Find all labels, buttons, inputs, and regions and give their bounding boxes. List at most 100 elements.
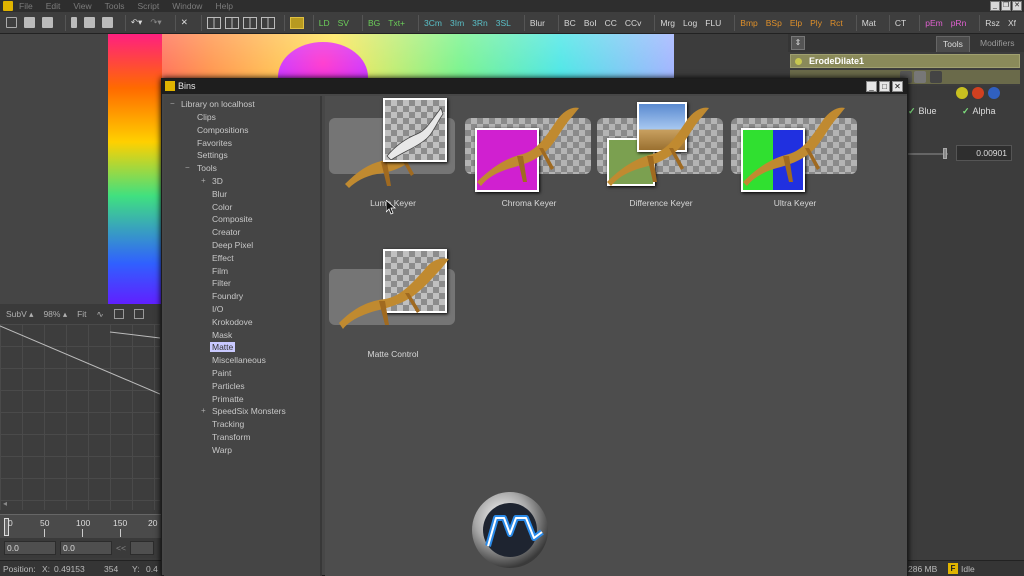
menu-view[interactable]: View xyxy=(73,1,91,11)
bin-item-matte-control[interactable]: Matte Control xyxy=(329,249,457,359)
expand-icon[interactable]: + xyxy=(201,176,206,185)
subview-mode-dropdown[interactable]: SubV ▴ xyxy=(6,309,33,320)
amount-slider-thumb[interactable] xyxy=(943,148,947,159)
tree-item-composite[interactable]: Composite xyxy=(212,214,253,224)
tool-button-ld[interactable]: LD xyxy=(319,18,330,28)
tree-root-library[interactable]: Library on localhost xyxy=(181,99,255,109)
redo-icon[interactable]: ↷▾ xyxy=(150,17,161,28)
rewind-button[interactable]: << xyxy=(116,543,126,553)
current-frame-field[interactable] xyxy=(129,541,154,555)
tool-button-bmp[interactable]: Bmp xyxy=(740,18,757,28)
tree-item-settings[interactable]: Settings xyxy=(197,150,228,160)
bins-minimize-icon[interactable]: _ xyxy=(866,81,877,92)
tool-button-mat[interactable]: Mat xyxy=(862,18,876,28)
collapse-icon[interactable]: − xyxy=(170,99,175,108)
layout-split-icon[interactable] xyxy=(242,16,257,29)
start-frame-field[interactable]: 0.0 xyxy=(4,541,56,555)
curve-graph[interactable]: ◂ xyxy=(0,324,160,510)
tool-button-bg[interactable]: BG xyxy=(368,18,380,28)
tool-button-log[interactable]: Log xyxy=(683,18,697,28)
tool-button-txt[interactable]: Txt+ xyxy=(388,18,405,28)
tree-item-3d[interactable]: 3D xyxy=(212,176,223,186)
tool-button-sv[interactable]: SV xyxy=(338,18,349,28)
tree-item-film[interactable]: Film xyxy=(212,266,228,276)
tool-button-3sl[interactable]: 3SL xyxy=(496,18,511,28)
collapse-icon[interactable]: − xyxy=(185,163,190,172)
tree-item-color[interactable]: Color xyxy=(212,202,232,212)
bin-item-luma-keyer[interactable]: Luma Keyer xyxy=(329,98,457,208)
layout-dual-icon[interactable] xyxy=(224,16,239,29)
tree-item-paint[interactable]: Paint xyxy=(212,368,231,378)
expand-icon[interactable]: + xyxy=(201,406,206,415)
tree-item-matte[interactable]: Matte xyxy=(210,342,236,353)
tree-item-primatte[interactable]: Primatte xyxy=(212,394,244,404)
tree-item-tools[interactable]: Tools xyxy=(197,163,217,173)
tool-button-rct[interactable]: Rct xyxy=(830,18,843,28)
tool-button-rsz[interactable]: Rsz xyxy=(985,18,1000,28)
node-header[interactable]: ErodeDilate1 xyxy=(790,54,1020,68)
tree-item-tracking[interactable]: Tracking xyxy=(212,419,244,429)
layout-single-icon[interactable] xyxy=(206,16,221,29)
tree-item-filter[interactable]: Filter xyxy=(212,278,231,288)
tool-button-bc[interactable]: BC xyxy=(564,18,576,28)
tab-tools[interactable]: Tools xyxy=(936,36,970,52)
cut-icon[interactable] xyxy=(70,17,77,28)
tree-item-particles[interactable]: Particles xyxy=(212,381,245,391)
app-restore-icon[interactable]: ❐ xyxy=(1001,1,1011,11)
tool-button-ply[interactable]: Ply xyxy=(810,18,822,28)
menu-help[interactable]: Help xyxy=(215,1,232,11)
bin-item-difference-keyer[interactable]: Difference Keyer xyxy=(597,98,725,208)
tree-item-i-o[interactable]: I/O xyxy=(212,304,223,314)
tool-button-3im[interactable]: 3Im xyxy=(450,18,464,28)
layout-active-icon[interactable] xyxy=(289,16,304,29)
tool-button-cc[interactable]: CC xyxy=(605,18,617,28)
tree-item-speedsix-monsters[interactable]: SpeedSix Monsters xyxy=(212,406,286,416)
bins-maximize-icon[interactable]: □ xyxy=(879,81,890,92)
tree-item-compositions[interactable]: Compositions xyxy=(197,125,249,135)
menu-tools[interactable]: Tools xyxy=(105,1,125,11)
tool-button-mrg[interactable]: Mrg xyxy=(660,18,675,28)
lock-icon[interactable] xyxy=(113,309,124,319)
tree-item-clips[interactable]: Clips xyxy=(197,112,216,122)
tool-button-bsp[interactable]: BSp xyxy=(766,18,782,28)
tool-button-ccv[interactable]: CCv xyxy=(625,18,642,28)
blue-channel-checkbox[interactable]: ✓ Blue xyxy=(908,106,937,117)
save-icon[interactable] xyxy=(41,17,53,28)
pin-icon[interactable] xyxy=(930,71,942,83)
alpha-channel-checkbox[interactable]: ✓ Alpha xyxy=(962,106,996,117)
tab-modifiers[interactable]: Modifiers xyxy=(974,36,1020,52)
tree-item-krokodove[interactable]: Krokodove xyxy=(212,317,253,327)
tree-item-warp[interactable]: Warp xyxy=(212,445,232,455)
tree-item-mask[interactable]: Mask xyxy=(212,330,232,340)
copy-icon[interactable] xyxy=(83,17,95,28)
menu-edit[interactable]: Edit xyxy=(46,1,61,11)
layout-quad-icon[interactable] xyxy=(260,16,275,29)
tree-item-deep-pixel[interactable]: Deep Pixel xyxy=(212,240,253,250)
tree-item-creator[interactable]: Creator xyxy=(212,227,240,237)
bins-titlebar[interactable]: Bins _ □ ✕ xyxy=(162,79,907,94)
radiation-icon[interactable] xyxy=(956,87,968,99)
collapse-arrows-icon[interactable]: ⇕ xyxy=(791,36,805,50)
tool-button-elp[interactable]: Elp xyxy=(790,18,802,28)
tool-button-3rn[interactable]: 3Rn xyxy=(472,18,488,28)
bins-close-icon[interactable]: ✕ xyxy=(892,81,903,92)
tree-item-effect[interactable]: Effect xyxy=(212,253,234,263)
gear-icon[interactable] xyxy=(972,87,984,99)
tool-button-pem[interactable]: pEm xyxy=(925,18,942,28)
app-close-icon[interactable]: ✕ xyxy=(1012,1,1022,11)
subview-fit-button[interactable]: Fit xyxy=(77,309,86,319)
subview-zoom-dropdown[interactable]: 98% ▴ xyxy=(43,309,67,320)
menu-window[interactable]: Window xyxy=(172,1,202,11)
menu-script[interactable]: Script xyxy=(137,1,159,11)
curve-icon[interactable]: ∿ xyxy=(97,309,104,320)
grid-icon[interactable] xyxy=(133,309,144,319)
tree-item-favorites[interactable]: Favorites xyxy=(197,138,232,148)
delete-icon[interactable]: ✕ xyxy=(181,17,188,28)
undo-icon[interactable]: ↶▾ xyxy=(131,17,142,28)
menu-file[interactable]: File xyxy=(19,1,33,11)
tool-button-ct[interactable]: CT xyxy=(895,18,906,28)
tool-button-xf[interactable]: Xf xyxy=(1008,18,1016,28)
paste-icon[interactable] xyxy=(101,17,113,28)
open-folder-icon[interactable] xyxy=(23,17,35,28)
scroll-left-icon[interactable]: ◂ xyxy=(3,499,7,508)
